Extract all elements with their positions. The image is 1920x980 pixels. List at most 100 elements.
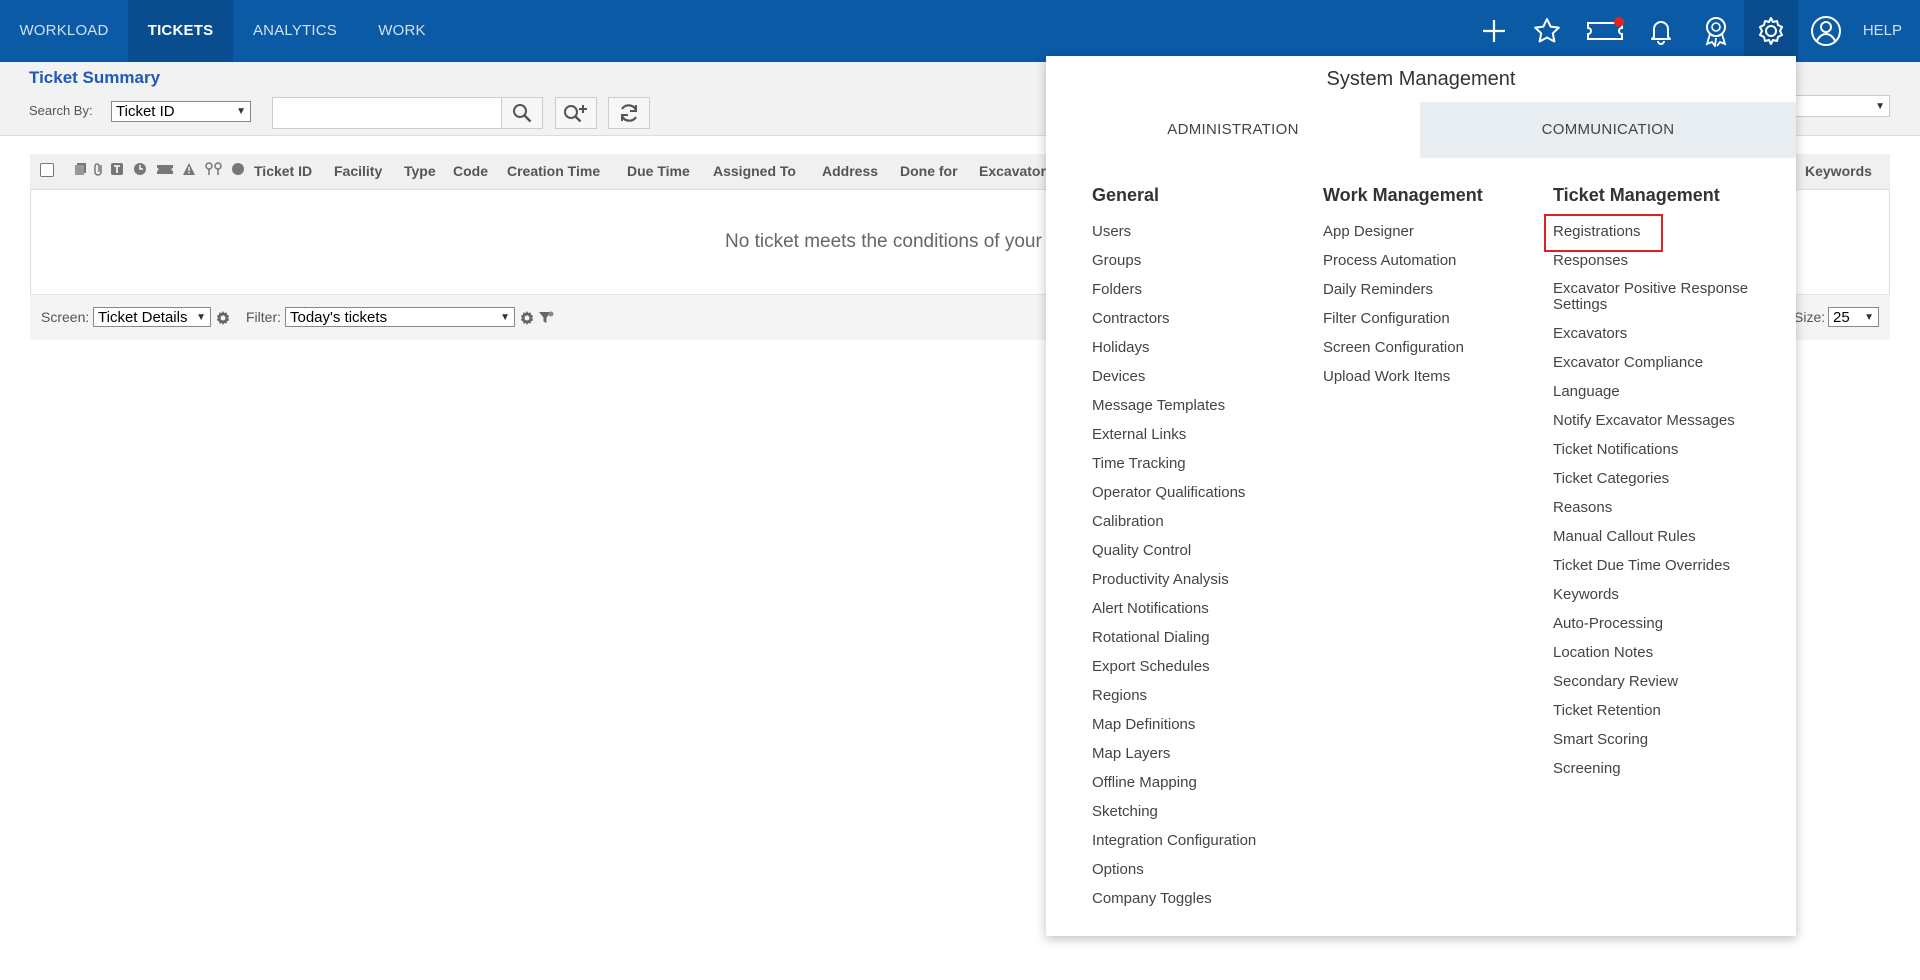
tab-tickets[interactable]: TICKETS [128, 0, 233, 62]
menu-item-excavators[interactable]: Excavators [1553, 325, 1763, 354]
column-assigned-to[interactable]: Assigned To [713, 163, 796, 179]
menu-item-responses[interactable]: Responses [1553, 252, 1763, 281]
menu-item-message-templates[interactable]: Message Templates [1092, 397, 1256, 426]
menu-item-ticket-retention[interactable]: Ticket Retention [1553, 702, 1763, 731]
menu-item-daily-reminders[interactable]: Daily Reminders [1323, 281, 1464, 310]
menu-item-productivity-analysis[interactable]: Productivity Analysis [1092, 571, 1256, 600]
search-button[interactable] [501, 97, 543, 129]
column-creation-time[interactable]: Creation Time [507, 163, 600, 179]
page-size-select[interactable]: 25 ▼ [1828, 307, 1879, 327]
menu-item-users[interactable]: Users [1092, 223, 1256, 252]
ticket-management-heading: Ticket Management [1553, 185, 1720, 205]
menu-item-map-layers[interactable]: Map Layers [1092, 745, 1256, 774]
menu-item-external-links[interactable]: External Links [1092, 426, 1256, 455]
filter-funnel-icon[interactable] [538, 310, 554, 326]
work-management-menu-list: App Designer Process Automation Daily Remi… [1323, 223, 1464, 397]
menu-item-secondary-review[interactable]: Secondary Review [1553, 673, 1763, 702]
column-code[interactable]: Code [453, 163, 488, 179]
text-icon [111, 163, 123, 175]
plus-icon[interactable] [1474, 11, 1514, 51]
right-select[interactable]: ▼ [1780, 95, 1890, 117]
menu-item-sketching[interactable]: Sketching [1092, 803, 1256, 832]
menu-item-upload-work-items[interactable]: Upload Work Items [1323, 368, 1464, 397]
menu-item-filter-configuration[interactable]: Filter Configuration [1323, 310, 1464, 339]
panel-title: System Management [1326, 68, 1516, 90]
advanced-search-button[interactable] [555, 97, 597, 129]
menu-item-offline-mapping[interactable]: Offline Mapping [1092, 774, 1256, 803]
column-facility[interactable]: Facility [334, 163, 382, 179]
screen-settings-gear-icon[interactable] [215, 310, 231, 326]
column-address[interactable]: Address [822, 163, 878, 179]
filter-select[interactable]: Today's tickets ▼ [285, 307, 515, 327]
menu-item-excavator-positive-response-settings[interactable]: Excavator Positive Response Settings [1553, 281, 1763, 325]
copy-icon [75, 163, 86, 175]
menu-item-rotational-dialing[interactable]: Rotational Dialing [1092, 629, 1256, 658]
column-keywords[interactable]: Keywords [1805, 163, 1872, 179]
ticket-icon[interactable] [1582, 11, 1628, 51]
gear-icon[interactable] [1744, 0, 1798, 62]
menu-item-excavator-compliance[interactable]: Excavator Compliance [1553, 354, 1763, 383]
column-done-for[interactable]: Done for [900, 163, 958, 179]
menu-item-devices[interactable]: Devices [1092, 368, 1256, 397]
menu-item-location-notes[interactable]: Location Notes [1553, 644, 1763, 673]
work-management-heading: Work Management [1323, 185, 1483, 205]
filter-value: Today's tickets [290, 308, 388, 326]
menu-item-quality-control[interactable]: Quality Control [1092, 542, 1256, 571]
help-link[interactable]: HELP [1863, 0, 1902, 62]
column-due-time[interactable]: Due Time [627, 163, 690, 179]
menu-item-calibration[interactable]: Calibration [1092, 513, 1256, 542]
column-type[interactable]: Type [404, 163, 436, 179]
menu-item-time-tracking[interactable]: Time Tracking [1092, 455, 1256, 484]
menu-item-process-automation[interactable]: Process Automation [1323, 252, 1464, 281]
menu-item-groups[interactable]: Groups [1092, 252, 1256, 281]
column-excavator[interactable]: Excavator [979, 163, 1046, 179]
status-circle-icon [232, 163, 244, 175]
menu-item-ticket-due-time-overrides[interactable]: Ticket Due Time Overrides [1553, 557, 1763, 586]
ticket-management-menu-list: Registrations Responses Excavator Positive… [1553, 223, 1763, 789]
select-all-checkbox[interactable] [40, 163, 54, 177]
search-input[interactable] [272, 97, 504, 129]
screen-select[interactable]: Ticket Details ▼ [93, 307, 211, 327]
tab-communication[interactable]: COMMUNICATION [1420, 102, 1796, 158]
menu-item-app-designer[interactable]: App Designer [1323, 223, 1464, 252]
menu-item-ticket-categories[interactable]: Ticket Categories [1553, 470, 1763, 499]
star-icon[interactable] [1527, 11, 1567, 51]
page-title: Ticket Summary [29, 68, 161, 87]
menu-item-company-toggles[interactable]: Company Toggles [1092, 890, 1256, 919]
menu-item-integration-configuration[interactable]: Integration Configuration [1092, 832, 1256, 861]
menu-item-ticket-notifications[interactable]: Ticket Notifications [1553, 441, 1763, 470]
menu-item-export-schedules[interactable]: Export Schedules [1092, 658, 1256, 687]
menu-item-screen-configuration[interactable]: Screen Configuration [1323, 339, 1464, 368]
menu-item-operator-qualifications[interactable]: Operator Qualifications [1092, 484, 1256, 513]
bell-icon[interactable] [1641, 11, 1681, 51]
menu-item-screening[interactable]: Screening [1553, 760, 1763, 789]
search-plus-icon [564, 105, 587, 123]
menu-item-alert-notifications[interactable]: Alert Notifications [1092, 600, 1256, 629]
tab-analytics[interactable]: ANALYTICS [233, 0, 357, 62]
tab-work[interactable]: WORK [357, 0, 447, 62]
menu-item-notify-excavator-messages[interactable]: Notify Excavator Messages [1553, 412, 1763, 441]
tab-administration[interactable]: ADMINISTRATION [1046, 102, 1420, 158]
menu-item-reasons[interactable]: Reasons [1553, 499, 1763, 528]
menu-item-regions[interactable]: Regions [1092, 687, 1256, 716]
menu-item-folders[interactable]: Folders [1092, 281, 1256, 310]
menu-item-language[interactable]: Language [1553, 383, 1763, 412]
menu-item-options[interactable]: Options [1092, 861, 1256, 890]
menu-item-map-definitions[interactable]: Map Definitions [1092, 716, 1256, 745]
menu-item-contractors[interactable]: Contractors [1092, 310, 1256, 339]
search-by-value: Ticket ID [116, 103, 175, 120]
tab-workload[interactable]: WORKLOAD [0, 0, 128, 62]
search-by-select[interactable]: Ticket ID ▼ [111, 101, 251, 122]
search-icon [513, 104, 532, 123]
menu-item-holidays[interactable]: Holidays [1092, 339, 1256, 368]
filter-settings-gear-icon[interactable] [519, 310, 535, 326]
refresh-button[interactable] [608, 97, 650, 129]
menu-item-auto-processing[interactable]: Auto-Processing [1553, 615, 1763, 644]
menu-item-keywords[interactable]: Keywords [1553, 586, 1763, 615]
user-icon[interactable] [1806, 11, 1846, 51]
column-ticket-id[interactable]: Ticket ID [254, 163, 312, 179]
menu-item-smart-scoring[interactable]: Smart Scoring [1553, 731, 1763, 760]
menu-item-manual-callout-rules[interactable]: Manual Callout Rules [1553, 528, 1763, 557]
system-management-panel: System Management ADMINISTRATION COMMUNI… [1046, 56, 1796, 936]
award-icon[interactable] [1696, 11, 1736, 51]
